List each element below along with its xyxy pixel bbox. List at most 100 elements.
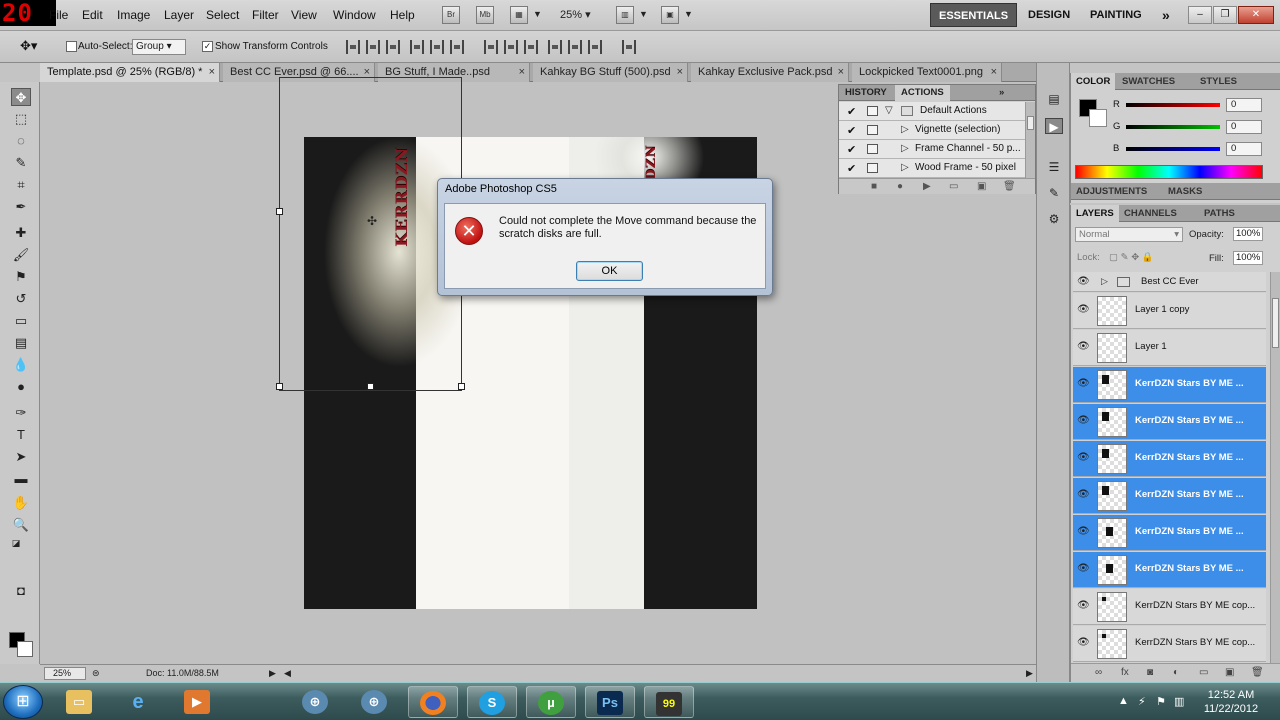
close-icon[interactable]: × xyxy=(838,63,844,81)
zoom-tool-icon[interactable]: 🔍 xyxy=(11,516,31,534)
menu-layer[interactable]: Layer xyxy=(164,8,194,22)
clone-source-icon[interactable]: ⚙ xyxy=(1045,211,1063,227)
quick-select-tool-icon[interactable]: ✎ xyxy=(11,154,31,172)
workspace-essentials-button[interactable]: ESSENTIALS xyxy=(930,3,1018,27)
skype-taskbar-icon[interactable]: S xyxy=(467,686,517,718)
tab-channels[interactable]: CHANNELS xyxy=(1119,205,1182,222)
lasso-tool-icon[interactable]: ◌ xyxy=(11,132,31,150)
marquee-tool-icon[interactable]: ⬚ xyxy=(11,110,31,128)
align-left-icon[interactable] xyxy=(410,40,424,54)
view-extras-icon[interactable]: ▦ xyxy=(510,6,528,24)
distribute-center-icon[interactable] xyxy=(504,40,518,54)
eye-icon[interactable]: 👁 xyxy=(1077,276,1090,287)
restore-button[interactable]: ❐ xyxy=(1213,6,1237,24)
check-icon[interactable]: ✔ xyxy=(847,162,856,175)
tab-kahkay-bg[interactable]: Kahkay BG Stuff (500).psd × xyxy=(533,63,688,82)
close-icon[interactable]: × xyxy=(519,63,525,81)
green-value[interactable]: 0 xyxy=(1226,120,1262,134)
eye-icon[interactable]: 👁 xyxy=(1077,378,1090,389)
expand-triangle-icon[interactable]: ▷ xyxy=(901,162,909,173)
history-brush-tool-icon[interactable]: ↺ xyxy=(11,290,31,308)
lock-icons[interactable]: ▢ ✎ ✥ 🔒 xyxy=(1109,252,1154,263)
bridge-icon[interactable]: Br xyxy=(442,6,460,24)
blend-mode-select[interactable]: Normal ▾ xyxy=(1075,227,1183,242)
expand-triangle-icon[interactable]: ▽ xyxy=(885,105,893,116)
layers-scrollbar[interactable] xyxy=(1270,272,1280,663)
delete-layer-icon[interactable]: 🗑 xyxy=(1251,667,1264,678)
new-set-icon[interactable]: ▭ xyxy=(949,181,958,192)
color-spectrum-bar[interactable] xyxy=(1075,165,1263,179)
background-color-swatch[interactable] xyxy=(1089,109,1107,127)
background-color-swatch[interactable] xyxy=(17,641,33,657)
layer-row[interactable]: 👁 KerrDZN Stars BY ME ... xyxy=(1073,441,1266,477)
tray-arrow-icon[interactable]: ▲ xyxy=(1118,695,1129,707)
workspace-design-button[interactable]: DESIGN xyxy=(1020,3,1078,27)
counter-app-taskbar-icon[interactable]: 99 xyxy=(644,686,694,718)
new-group-icon[interactable]: ▭ xyxy=(1199,667,1208,678)
eye-icon[interactable]: 👁 xyxy=(1077,637,1090,648)
media-player-taskbar-icon[interactable]: ▶ xyxy=(172,686,222,718)
move-tool-preset-icon[interactable]: ✥▾ xyxy=(20,38,37,54)
scroll-thumb[interactable] xyxy=(1027,116,1034,130)
distribute-top-icon[interactable] xyxy=(484,40,498,54)
opacity-value[interactable]: 100% xyxy=(1233,227,1263,241)
layer-row[interactable]: 👁 KerrDZN Stars BY ME cop... xyxy=(1073,589,1266,625)
red-slider[interactable] xyxy=(1126,103,1220,107)
utorrent-taskbar-icon[interactable]: µ xyxy=(526,686,576,718)
adjustments-strip-icon[interactable]: ☰ xyxy=(1045,159,1063,175)
network-taskbar-icon[interactable]: ⊕ xyxy=(290,686,340,718)
menu-view[interactable]: View xyxy=(291,8,317,22)
actions-panel-icon[interactable]: ▶ xyxy=(1045,118,1063,134)
close-icon[interactable]: × xyxy=(209,63,215,81)
tab-styles[interactable]: STYLES xyxy=(1195,73,1242,90)
tray-network-icon[interactable]: ▥ xyxy=(1174,695,1184,708)
crop-tool-icon[interactable]: ⌗ xyxy=(11,176,31,194)
add-mask-icon[interactable]: ◙ xyxy=(1147,667,1153,678)
fill-value[interactable]: 100% xyxy=(1233,251,1263,265)
adjustment-layer-icon[interactable]: ◐ xyxy=(1173,667,1179,678)
chevron-down-icon[interactable]: ▼ xyxy=(684,9,693,19)
action-row[interactable]: ✔ ▽ Default Actions xyxy=(839,102,1025,121)
delete-icon[interactable]: 🗑 xyxy=(1003,181,1016,192)
eye-icon[interactable]: 👁 xyxy=(1077,415,1090,426)
explorer-taskbar-icon[interactable]: ▭ xyxy=(54,686,104,718)
eyedropper-tool-icon[interactable]: ✒ xyxy=(11,198,31,216)
dialog-toggle-icon[interactable] xyxy=(867,163,878,173)
tab-kahkay-pack[interactable]: Kahkay Exclusive Pack.psd × xyxy=(691,63,849,82)
scroll-right-icon[interactable]: ▶ xyxy=(1026,668,1033,679)
layer-row[interactable]: 👁 KerrDZN Stars BY ME ... xyxy=(1073,404,1266,440)
eye-icon[interactable]: 👁 xyxy=(1077,452,1090,463)
red-value[interactable]: 0 xyxy=(1226,98,1262,112)
auto-align-layers-icon[interactable] xyxy=(622,40,636,54)
workspace-painting-button[interactable]: PAINTING xyxy=(1082,3,1150,27)
tab-history[interactable]: HISTORY xyxy=(839,85,893,101)
expand-triangle-icon[interactable]: ▷ xyxy=(901,143,909,154)
shape-tool-icon[interactable]: ▬ xyxy=(11,470,31,488)
tab-actions[interactable]: ACTIONS xyxy=(895,85,950,101)
eye-icon[interactable]: 👁 xyxy=(1077,600,1090,611)
align-bottom-icon[interactable] xyxy=(386,40,400,54)
tab-color[interactable]: COLOR xyxy=(1071,73,1116,90)
eye-icon[interactable]: 👁 xyxy=(1077,526,1090,537)
layer-row[interactable]: 👁 Layer 1 xyxy=(1073,330,1266,366)
dialog-toggle-icon[interactable] xyxy=(867,125,878,135)
blue-slider[interactable] xyxy=(1126,147,1220,151)
check-icon[interactable]: ✔ xyxy=(847,105,856,118)
transform-handle[interactable] xyxy=(458,383,465,390)
new-layer-icon[interactable]: ▣ xyxy=(1225,667,1234,678)
dialog-toggle-icon[interactable] xyxy=(867,106,878,116)
more-workspaces-button[interactable]: » xyxy=(1154,3,1178,27)
align-right-icon[interactable] xyxy=(450,40,464,54)
distribute-right-icon[interactable] xyxy=(588,40,602,54)
tray-flag-icon[interactable]: ⚑ xyxy=(1156,695,1166,708)
layer-row[interactable]: 👁 KerrDZN Stars BY ME ... xyxy=(1073,552,1266,588)
history-panel-icon[interactable]: ▤ xyxy=(1045,91,1063,107)
transform-handle[interactable] xyxy=(276,208,283,215)
photoshop-taskbar-icon[interactable]: Ps xyxy=(585,686,635,718)
auto-select-checkbox[interactable] xyxy=(66,41,77,52)
type-tool-icon[interactable]: T xyxy=(11,426,31,444)
transform-handle[interactable] xyxy=(276,383,283,390)
chevron-down-icon[interactable]: ▼ xyxy=(639,9,648,19)
expand-triangle-icon[interactable]: ▷ xyxy=(1101,276,1108,287)
zoom-level-select[interactable]: 25% ▾ xyxy=(560,8,591,21)
